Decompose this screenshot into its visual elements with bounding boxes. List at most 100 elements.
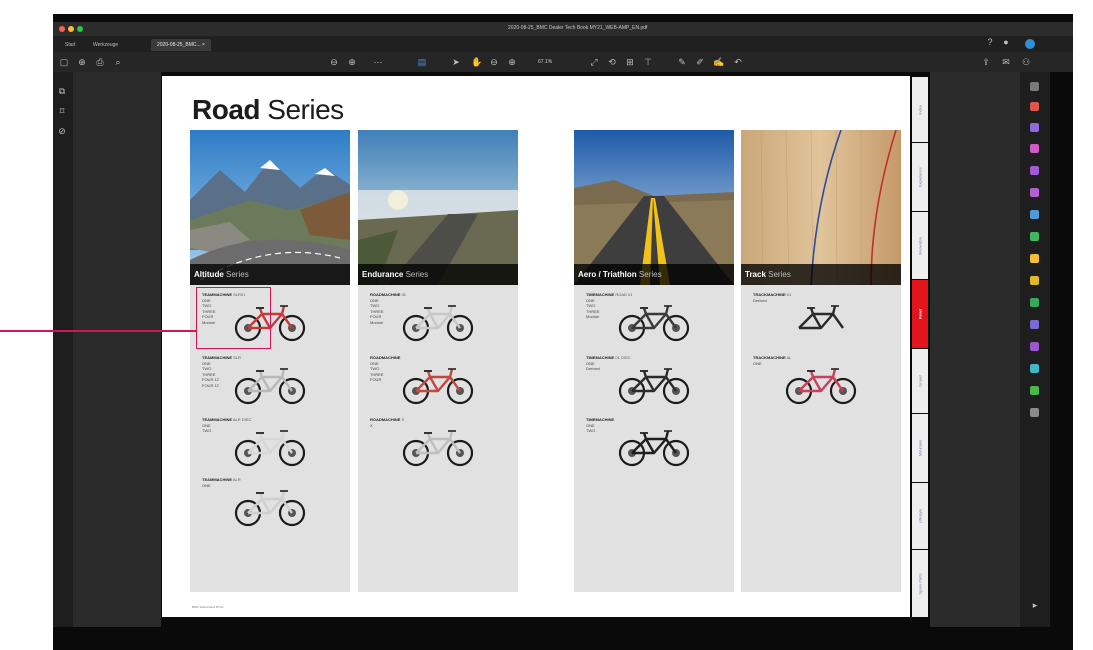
bike-options: ONE: [202, 483, 211, 488]
bike-entry[interactable]: TIMEMACHINE ONE TWO: [574, 417, 704, 477]
add-user-icon[interactable]: ⚇: [1021, 57, 1031, 67]
bike-entry[interactable]: ROADMACHINE XX: [358, 417, 488, 477]
bike-model-label: TEAMMACHINE: [202, 417, 232, 422]
search-icon[interactable]: ⌕: [113, 57, 123, 67]
bike-entry[interactable]: TRACKMACHINE 01 Derived: [741, 292, 871, 352]
compare-icon[interactable]: [1030, 298, 1039, 307]
close-window-icon[interactable]: [59, 26, 65, 32]
optimize-icon[interactable]: [1030, 342, 1039, 351]
rotate-icon[interactable]: ⟲: [607, 57, 617, 67]
bike-model-name: TEAMMACHINE ALR DISC: [202, 417, 251, 422]
page-number-icon[interactable]: ⋯: [373, 57, 383, 67]
avatar[interactable]: [1025, 39, 1035, 49]
window-title: 2020-08-25_BMC Dealer Tech Book MY21_WEB…: [508, 25, 648, 31]
bike-image: [402, 368, 474, 405]
tab-start[interactable]: Start: [59, 39, 82, 51]
endurance-caption: Endurance Series: [358, 264, 518, 285]
notifications-icon[interactable]: ●: [1001, 37, 1011, 47]
create-pdf-icon[interactable]: [1030, 123, 1039, 132]
aero-caption-bold: Aero / Triathlon: [578, 270, 637, 279]
page-thumbnails-icon[interactable]: ⧉: [57, 86, 67, 96]
next-page-icon[interactable]: ⊕: [347, 57, 357, 67]
side-tab-mountain[interactable]: Mountain: [912, 414, 928, 482]
undo-icon[interactable]: ↶: [733, 57, 743, 67]
upload-icon[interactable]: ⊕: [77, 57, 87, 67]
attachment-icon[interactable]: ⊘: [57, 126, 67, 136]
bike-model-variant: ALR: [232, 477, 241, 482]
send-icon[interactable]: [1030, 276, 1039, 285]
bike-model-label: TRACKMACHINE: [753, 355, 786, 360]
side-tab-spare-parts[interactable]: Spare Parts: [912, 550, 928, 617]
comment-tool-icon[interactable]: [1030, 166, 1039, 175]
side-tab-index[interactable]: Index: [912, 77, 928, 142]
bike-entry[interactable]: ROADMACHINE ONE TWO THREE FOUR: [358, 355, 488, 415]
aero-photo: [574, 130, 734, 285]
bike-options: Derived: [753, 298, 767, 303]
tab-tools[interactable]: Werkzeuge: [87, 39, 124, 51]
redact-icon[interactable]: [1030, 320, 1039, 329]
right-gutter: [930, 72, 1020, 627]
print-icon[interactable]: ⎙: [95, 57, 105, 67]
edit-pdf-icon[interactable]: [1030, 144, 1039, 153]
bike-entry[interactable]: TEAMMACHINE ALR DISC ONE TWO: [190, 417, 320, 477]
hand-tool-icon[interactable]: ✋: [471, 57, 482, 67]
sign-icon[interactable]: ✍: [713, 57, 724, 67]
side-tab-gravel[interactable]: Gravel: [912, 349, 928, 413]
zoom-out-icon[interactable]: ⊖: [489, 57, 499, 67]
bike-option: FOUR 12: [202, 377, 219, 383]
bike-model-label: TEAMMACHINE: [202, 477, 232, 482]
side-tab-experience[interactable]: Experience: [912, 143, 928, 211]
bike-entry[interactable]: TEAMMACHINE ALR ONE: [190, 477, 320, 537]
bike-entry[interactable]: TIMEMACHINE ROAD 01 ONE TWO THREE Module: [574, 292, 704, 352]
fit-page-icon[interactable]: ⤢: [589, 57, 599, 67]
pdf-page: Road Series Altitude Series TEAMMACHINE …: [162, 76, 910, 617]
bike-entry[interactable]: TRACKMACHINE AL ONE: [741, 355, 871, 415]
bike-option: X: [370, 423, 373, 428]
page-footer: BMC Switzerland MY21: [192, 605, 224, 609]
left-gutter: [73, 72, 161, 627]
zoom-window-icon[interactable]: [77, 26, 83, 32]
bike-entry[interactable]: TEAMMACHINE SLR ONE TWO THREE FOUR 12 FOUR 12: [190, 355, 320, 415]
prev-page-icon[interactable]: ⊖: [329, 57, 339, 67]
bookmark-icon[interactable]: ⌑: [57, 106, 67, 116]
mail-icon[interactable]: ✉: [1001, 57, 1011, 67]
bike-model-name: TIMEMACHINE ROAD 01: [586, 292, 632, 297]
print-production-icon[interactable]: [1030, 386, 1039, 395]
bike-image: [618, 305, 690, 342]
help-icon[interactable]: ?: [985, 37, 995, 47]
bike-option: Module: [370, 319, 384, 325]
form-icon[interactable]: ⊤: [643, 57, 653, 67]
bike-entry[interactable]: ROADMACHINE 01 ONE TWO THREE FOUR Module: [358, 292, 488, 352]
tab-document[interactable]: 2020-08-25_BMC... ×: [151, 39, 211, 51]
organize-pages-icon[interactable]: [1030, 188, 1039, 197]
bike-model-label: TIMEMACHINE: [586, 417, 615, 422]
fill-sign-icon[interactable]: [1030, 254, 1039, 263]
side-tab-lifestyle[interactable]: Lifestyle: [912, 483, 928, 549]
minimize-window-icon[interactable]: [68, 26, 74, 32]
bike-image: [234, 490, 306, 527]
search-tool-icon[interactable]: [1030, 82, 1039, 91]
side-tab-innovation[interactable]: Innovation: [912, 212, 928, 279]
more-tools-icon[interactable]: [1030, 408, 1039, 417]
highlight-icon[interactable]: ✐: [695, 57, 705, 67]
select-tool-icon[interactable]: ➤: [451, 57, 461, 67]
crop-icon[interactable]: ⊞: [625, 57, 635, 67]
accessibility-icon[interactable]: [1030, 364, 1039, 373]
bike-entry[interactable]: TIMEMACHINE 01 DISC ONE Derived: [574, 355, 704, 415]
bike-model-variant: AL: [785, 355, 792, 360]
series-column-altitude: Altitude Series TEAMMACHINE SLR01 ONE TWO T…: [190, 130, 350, 592]
comment-icon[interactable]: ✎: [677, 57, 687, 67]
altitude-caption-bold: Altitude: [194, 270, 224, 279]
side-tab-road[interactable]: Road: [912, 280, 928, 348]
protect-icon[interactable]: [1030, 232, 1039, 241]
zoom-in-icon[interactable]: ⊕: [507, 57, 517, 67]
bike-model-name: TRACKMACHINE AL: [753, 355, 791, 360]
scan-icon[interactable]: [1030, 210, 1039, 219]
export-pdf-icon[interactable]: [1030, 102, 1039, 111]
page-thumbnail-icon[interactable]: ▤: [417, 57, 427, 67]
expand-panel-icon[interactable]: ▸: [1030, 600, 1040, 610]
share-icon[interactable]: ⇪: [981, 57, 991, 67]
create-icon[interactable]: ▢: [59, 57, 69, 67]
bike-image: [798, 305, 844, 330]
zoom-level[interactable]: 67.1%: [538, 57, 552, 67]
